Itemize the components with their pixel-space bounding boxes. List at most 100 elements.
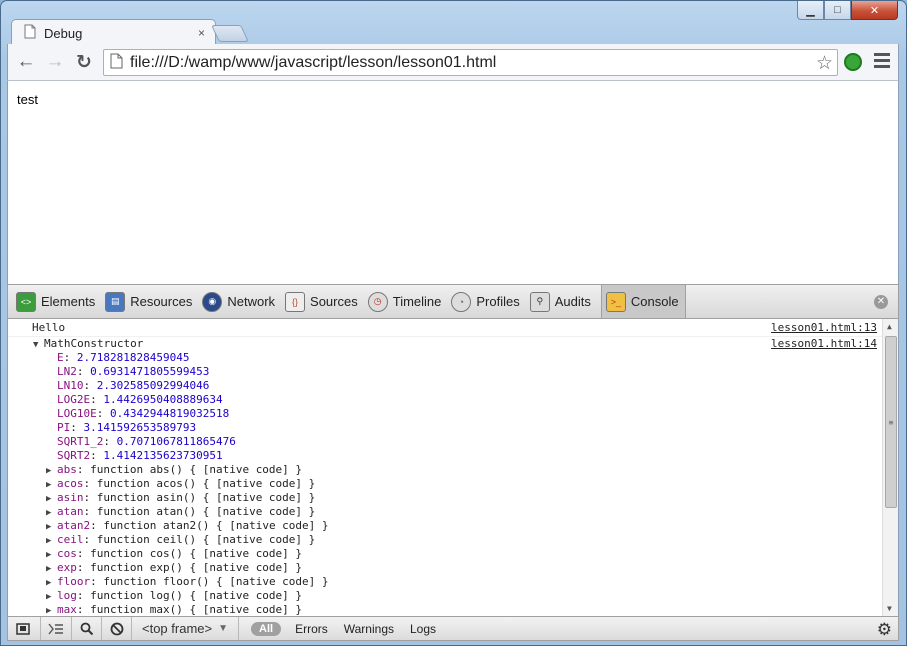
- window-controls: ▁ □ ✕: [797, 1, 898, 20]
- new-tab-button[interactable]: [211, 25, 249, 42]
- expand-caret-icon[interactable]: ▶: [46, 564, 51, 574]
- function-row[interactable]: max: function max() { [native code] }: [57, 603, 302, 616]
- console-scrollbar[interactable]: ▲ ≡ ▼: [882, 319, 898, 616]
- property-row: SQRT1_2: 0.7071067811865476: [57, 435, 236, 448]
- console-statusbar: <top frame> ▼ All Errors Warnings Logs ⚙: [7, 616, 899, 641]
- tab-label: Elements: [41, 294, 96, 309]
- menu-icon[interactable]: [874, 53, 890, 71]
- filter-all[interactable]: All: [251, 621, 282, 636]
- url-text: file:///D:/wamp/www/javascript/lesson/le…: [130, 53, 497, 71]
- browser-toolbar: ← → ↻ file:///D:/wamp/www/javascript/les…: [7, 44, 899, 81]
- function-row[interactable]: atan2: function atan2() { [native code] …: [57, 519, 329, 532]
- tab-label: Profiles: [476, 294, 520, 309]
- tab-close-icon[interactable]: ×: [198, 26, 205, 40]
- filter-errors[interactable]: Errors: [287, 622, 336, 636]
- tab-label: Timeline: [392, 294, 442, 309]
- audits-icon: ⚲: [529, 291, 550, 312]
- function-row[interactable]: abs: function abs() { [native code] }: [57, 463, 302, 476]
- expand-caret-icon[interactable]: ▼: [33, 340, 38, 350]
- close-window-button[interactable]: ✕: [851, 1, 898, 20]
- function-row[interactable]: ceil: function ceil() { [native code] }: [57, 533, 315, 546]
- forward-button[interactable]: →: [44, 51, 66, 73]
- filter-warnings[interactable]: Warnings: [336, 622, 402, 636]
- tab-label: Console: [630, 294, 679, 309]
- expand-caret-icon[interactable]: ▶: [46, 578, 51, 588]
- property-row: SQRT2: 1.4142135623730951: [57, 449, 223, 462]
- tab-network[interactable]: ◉ Network: [202, 285, 280, 318]
- function-row[interactable]: atan: function atan() { [native code] }: [57, 505, 315, 518]
- expand-caret-icon[interactable]: ▶: [46, 466, 51, 476]
- timeline-icon: ◷: [367, 291, 388, 312]
- search-icon[interactable]: [72, 617, 102, 640]
- property-row: PI: 3.141592653589793: [57, 421, 197, 434]
- scroll-down-icon[interactable]: ▼: [887, 604, 892, 613]
- function-row[interactable]: log: function log() { [native code] }: [57, 589, 302, 602]
- console-icon: >_: [605, 291, 626, 312]
- property-row: LN2: 0.6931471805599453: [57, 365, 210, 378]
- expand-caret-icon[interactable]: ▶: [46, 508, 51, 518]
- file-icon: [110, 53, 123, 72]
- source-link[interactable]: lesson01.html:14: [771, 337, 877, 350]
- function-row[interactable]: floor: function floor() { [native code] …: [57, 575, 329, 588]
- function-row[interactable]: exp: function exp() { [native code] }: [57, 561, 302, 574]
- devtools-tabbar: <> Elements ▤ Resources ◉ Network {} Sou…: [7, 284, 899, 319]
- clear-console-icon[interactable]: [102, 617, 132, 640]
- tab-label: Audits: [554, 294, 591, 309]
- console-message: MathConstructor: [44, 337, 144, 350]
- expand-caret-icon[interactable]: ▶: [46, 480, 51, 490]
- property-row: E: 2.718281828459045: [57, 351, 190, 364]
- tab-sources[interactable]: {} Sources: [285, 285, 363, 318]
- property-row: LOG2E: 1.4426950408889634: [57, 393, 223, 406]
- expand-caret-icon[interactable]: ▶: [46, 494, 51, 504]
- reload-button[interactable]: ↻: [73, 51, 95, 73]
- scroll-up-icon[interactable]: ▲: [887, 322, 892, 331]
- scrollbar-thumb[interactable]: ≡: [885, 336, 897, 508]
- expand-caret-icon[interactable]: ▶: [46, 550, 51, 560]
- sources-icon: {}: [285, 291, 306, 312]
- function-row[interactable]: cos: function cos() { [native code] }: [57, 547, 302, 560]
- minimize-button[interactable]: ▁: [797, 1, 824, 20]
- tab-audits[interactable]: ⚲ Audits: [529, 285, 596, 318]
- filter-logs[interactable]: Logs: [402, 622, 444, 636]
- tab-label: Sources: [310, 294, 358, 309]
- devtools-close-icon[interactable]: ✕: [874, 295, 888, 309]
- tab-profiles[interactable]: ◔ Profiles: [451, 285, 524, 318]
- page-content: test: [7, 81, 899, 284]
- tab-console[interactable]: >_ Console: [600, 285, 686, 318]
- resources-icon: ▤: [105, 291, 126, 312]
- elements-icon: <>: [16, 291, 36, 312]
- tab-timeline[interactable]: ◷ Timeline: [367, 285, 447, 318]
- back-button[interactable]: ←: [15, 51, 37, 73]
- gear-icon[interactable]: ⚙: [877, 620, 892, 640]
- console-panel: Hello lesson01.html:13 ▼ MathConstructor…: [7, 319, 899, 616]
- frame-selector[interactable]: <top frame> ▼: [132, 617, 240, 640]
- expand-caret-icon[interactable]: ▶: [46, 522, 51, 532]
- tab-label: Resources: [130, 294, 193, 309]
- show-drawer-icon[interactable]: [41, 617, 72, 640]
- function-row[interactable]: asin: function asin() { [native code] }: [57, 491, 315, 504]
- dock-icon[interactable]: [8, 617, 41, 640]
- profiles-icon: ◔: [451, 291, 472, 312]
- expand-caret-icon[interactable]: ▶: [46, 606, 51, 616]
- source-link[interactable]: lesson01.html:13: [771, 321, 877, 334]
- browser-tab[interactable]: Debug ×: [11, 19, 216, 46]
- tab-title: Debug: [44, 25, 83, 41]
- page-text: test: [17, 92, 38, 107]
- chevron-down-icon: ▼: [218, 623, 229, 634]
- property-row: LOG10E: 0.4342944819032518: [57, 407, 230, 420]
- maximize-button[interactable]: □: [824, 1, 851, 20]
- function-row[interactable]: acos: function acos() { [native code] }: [57, 477, 315, 490]
- tab-resources[interactable]: ▤ Resources: [105, 285, 197, 318]
- expand-caret-icon[interactable]: ▶: [46, 592, 51, 602]
- expand-caret-icon[interactable]: ▶: [46, 536, 51, 546]
- network-icon: ◉: [202, 291, 223, 312]
- tab-elements[interactable]: <> Elements: [16, 285, 100, 318]
- property-row: LN10: 2.302585092994046: [57, 379, 210, 392]
- frame-selector-label: <top frame>: [142, 621, 213, 636]
- page-icon: [24, 24, 36, 42]
- tab-label: Network: [227, 294, 276, 309]
- console-message: Hello: [32, 321, 66, 334]
- bookmark-star-icon[interactable]: ☆: [816, 52, 833, 75]
- address-bar[interactable]: file:///D:/wamp/www/javascript/lesson/le…: [103, 49, 838, 76]
- extension-icon[interactable]: [844, 53, 862, 71]
